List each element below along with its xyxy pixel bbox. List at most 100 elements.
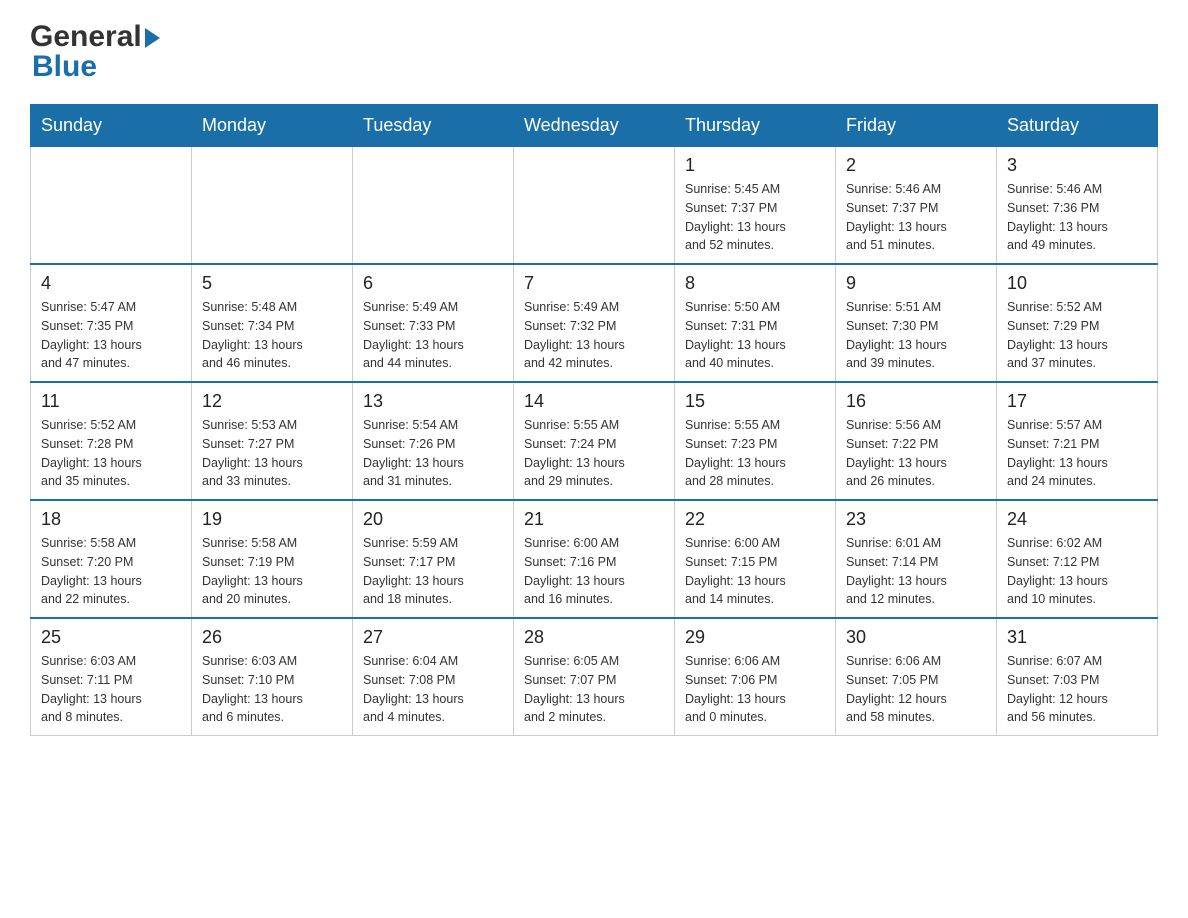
day-number: 27 bbox=[363, 627, 503, 648]
calendar-cell: 12 Sunrise: 5:53 AM Sunset: 7:27 PM Dayli… bbox=[192, 382, 353, 500]
day-header-friday: Friday bbox=[836, 105, 997, 147]
day-info: Sunrise: 5:51 AM Sunset: 7:30 PM Dayligh… bbox=[846, 298, 986, 373]
day-header-thursday: Thursday bbox=[675, 105, 836, 147]
calendar-cell: 10 Sunrise: 5:52 AM Sunset: 7:29 PM Dayli… bbox=[997, 264, 1158, 382]
day-info: Sunrise: 6:04 AM Sunset: 7:08 PM Dayligh… bbox=[363, 652, 503, 727]
calendar-cell: 7 Sunrise: 5:49 AM Sunset: 7:32 PM Daylig… bbox=[514, 264, 675, 382]
day-info: Sunrise: 5:54 AM Sunset: 7:26 PM Dayligh… bbox=[363, 416, 503, 491]
calendar-cell: 17 Sunrise: 5:57 AM Sunset: 7:21 PM Dayli… bbox=[997, 382, 1158, 500]
day-info: Sunrise: 5:49 AM Sunset: 7:33 PM Dayligh… bbox=[363, 298, 503, 373]
calendar-cell bbox=[514, 147, 675, 265]
calendar-cell: 15 Sunrise: 5:55 AM Sunset: 7:23 PM Dayli… bbox=[675, 382, 836, 500]
day-info: Sunrise: 6:06 AM Sunset: 7:06 PM Dayligh… bbox=[685, 652, 825, 727]
day-number: 26 bbox=[202, 627, 342, 648]
calendar-cell: 22Sunrise: 6:00 AM Sunset: 7:15 PM Dayli… bbox=[675, 500, 836, 618]
calendar-table: SundayMondayTuesdayWednesdayThursdayFrid… bbox=[30, 104, 1158, 736]
day-number: 31 bbox=[1007, 627, 1147, 648]
day-header-monday: Monday bbox=[192, 105, 353, 147]
calendar-cell: 2 Sunrise: 5:46 AM Sunset: 7:37 PM Daylig… bbox=[836, 147, 997, 265]
day-number: 10 bbox=[1007, 273, 1147, 294]
calendar-cell: 23 Sunrise: 6:01 AM Sunset: 7:14 PM Dayli… bbox=[836, 500, 997, 618]
day-info: Sunrise: 5:50 AM Sunset: 7:31 PM Dayligh… bbox=[685, 298, 825, 373]
day-number: 3 bbox=[1007, 155, 1147, 176]
day-number: 23 bbox=[846, 509, 986, 530]
day-number: 25 bbox=[41, 627, 181, 648]
day-number: 2 bbox=[846, 155, 986, 176]
day-number: 28 bbox=[524, 627, 664, 648]
day-info: Sunrise: 5:52 AM Sunset: 7:28 PM Dayligh… bbox=[41, 416, 181, 491]
calendar-cell: 14 Sunrise: 5:55 AM Sunset: 7:24 PM Dayli… bbox=[514, 382, 675, 500]
calendar-cell: 27 Sunrise: 6:04 AM Sunset: 7:08 PM Dayli… bbox=[353, 618, 514, 736]
day-info: Sunrise: 5:45 AM Sunset: 7:37 PM Dayligh… bbox=[685, 180, 825, 255]
calendar-cell bbox=[31, 147, 192, 265]
day-info: Sunrise: 5:58 AM Sunset: 7:19 PM Dayligh… bbox=[202, 534, 342, 609]
day-number: 9 bbox=[846, 273, 986, 294]
calendar-week-2: 4Sunrise: 5:47 AM Sunset: 7:35 PM Daylig… bbox=[31, 264, 1158, 382]
day-number: 1 bbox=[685, 155, 825, 176]
calendar-cell: 1 Sunrise: 5:45 AM Sunset: 7:37 PM Daylig… bbox=[675, 147, 836, 265]
day-number: 30 bbox=[846, 627, 986, 648]
calendar-cell: 28 Sunrise: 6:05 AM Sunset: 7:07 PM Dayli… bbox=[514, 618, 675, 736]
day-info: Sunrise: 5:55 AM Sunset: 7:23 PM Dayligh… bbox=[685, 416, 825, 491]
calendar-header-row: SundayMondayTuesdayWednesdayThursdayFrid… bbox=[31, 105, 1158, 147]
calendar-cell: 20 Sunrise: 5:59 AM Sunset: 7:17 PM Dayli… bbox=[353, 500, 514, 618]
logo-blue-text: Blue bbox=[32, 50, 97, 83]
day-info: Sunrise: 6:03 AM Sunset: 7:11 PM Dayligh… bbox=[41, 652, 181, 727]
day-header-tuesday: Tuesday bbox=[353, 105, 514, 147]
calendar-week-4: 18Sunrise: 5:58 AM Sunset: 7:20 PM Dayli… bbox=[31, 500, 1158, 618]
day-info: Sunrise: 5:48 AM Sunset: 7:34 PM Dayligh… bbox=[202, 298, 342, 373]
calendar-cell: 21Sunrise: 6:00 AM Sunset: 7:16 PM Dayli… bbox=[514, 500, 675, 618]
day-info: Sunrise: 5:52 AM Sunset: 7:29 PM Dayligh… bbox=[1007, 298, 1147, 373]
day-number: 20 bbox=[363, 509, 503, 530]
calendar-cell: 19 Sunrise: 5:58 AM Sunset: 7:19 PM Dayli… bbox=[192, 500, 353, 618]
day-info: Sunrise: 6:00 AM Sunset: 7:16 PM Dayligh… bbox=[524, 534, 664, 609]
day-number: 16 bbox=[846, 391, 986, 412]
day-info: Sunrise: 5:58 AM Sunset: 7:20 PM Dayligh… bbox=[41, 534, 181, 609]
day-number: 24 bbox=[1007, 509, 1147, 530]
day-info: Sunrise: 6:03 AM Sunset: 7:10 PM Dayligh… bbox=[202, 652, 342, 727]
day-number: 8 bbox=[685, 273, 825, 294]
day-info: Sunrise: 5:49 AM Sunset: 7:32 PM Dayligh… bbox=[524, 298, 664, 373]
calendar-cell: 3Sunrise: 5:46 AM Sunset: 7:36 PM Daylig… bbox=[997, 147, 1158, 265]
calendar-cell: 6 Sunrise: 5:49 AM Sunset: 7:33 PM Daylig… bbox=[353, 264, 514, 382]
day-number: 19 bbox=[202, 509, 342, 530]
calendar-cell: 26 Sunrise: 6:03 AM Sunset: 7:10 PM Dayli… bbox=[192, 618, 353, 736]
page-header: General Blue bbox=[30, 20, 1158, 84]
day-info: Sunrise: 6:01 AM Sunset: 7:14 PM Dayligh… bbox=[846, 534, 986, 609]
day-info: Sunrise: 6:07 AM Sunset: 7:03 PM Dayligh… bbox=[1007, 652, 1147, 727]
day-number: 7 bbox=[524, 273, 664, 294]
day-number: 12 bbox=[202, 391, 342, 412]
day-number: 11 bbox=[41, 391, 181, 412]
calendar-cell: 24Sunrise: 6:02 AM Sunset: 7:12 PM Dayli… bbox=[997, 500, 1158, 618]
day-number: 6 bbox=[363, 273, 503, 294]
day-info: Sunrise: 5:56 AM Sunset: 7:22 PM Dayligh… bbox=[846, 416, 986, 491]
day-number: 29 bbox=[685, 627, 825, 648]
day-info: Sunrise: 5:59 AM Sunset: 7:17 PM Dayligh… bbox=[363, 534, 503, 609]
calendar-cell: 25 Sunrise: 6:03 AM Sunset: 7:11 PM Dayli… bbox=[31, 618, 192, 736]
calendar-cell: 13 Sunrise: 5:54 AM Sunset: 7:26 PM Dayli… bbox=[353, 382, 514, 500]
calendar-cell: 30Sunrise: 6:06 AM Sunset: 7:05 PM Dayli… bbox=[836, 618, 997, 736]
calendar-week-1: 1 Sunrise: 5:45 AM Sunset: 7:37 PM Daylig… bbox=[31, 147, 1158, 265]
day-header-saturday: Saturday bbox=[997, 105, 1158, 147]
day-header-wednesday: Wednesday bbox=[514, 105, 675, 147]
calendar-cell: 18Sunrise: 5:58 AM Sunset: 7:20 PM Dayli… bbox=[31, 500, 192, 618]
day-info: Sunrise: 6:05 AM Sunset: 7:07 PM Dayligh… bbox=[524, 652, 664, 727]
day-number: 17 bbox=[1007, 391, 1147, 412]
logo-general-text: General bbox=[30, 20, 142, 54]
calendar-week-3: 11 Sunrise: 5:52 AM Sunset: 7:28 PM Dayli… bbox=[31, 382, 1158, 500]
day-info: Sunrise: 5:53 AM Sunset: 7:27 PM Dayligh… bbox=[202, 416, 342, 491]
logo-row1: General bbox=[30, 20, 160, 54]
calendar-cell: 9 Sunrise: 5:51 AM Sunset: 7:30 PM Daylig… bbox=[836, 264, 997, 382]
logo-row2: Blue bbox=[32, 50, 97, 84]
calendar-cell bbox=[192, 147, 353, 265]
calendar-cell: 4Sunrise: 5:47 AM Sunset: 7:35 PM Daylig… bbox=[31, 264, 192, 382]
day-number: 13 bbox=[363, 391, 503, 412]
day-number: 14 bbox=[524, 391, 664, 412]
day-info: Sunrise: 5:57 AM Sunset: 7:21 PM Dayligh… bbox=[1007, 416, 1147, 491]
day-number: 15 bbox=[685, 391, 825, 412]
day-header-sunday: Sunday bbox=[31, 105, 192, 147]
calendar-cell bbox=[353, 147, 514, 265]
day-info: Sunrise: 5:46 AM Sunset: 7:37 PM Dayligh… bbox=[846, 180, 986, 255]
day-info: Sunrise: 5:55 AM Sunset: 7:24 PM Dayligh… bbox=[524, 416, 664, 491]
calendar-cell: 16 Sunrise: 5:56 AM Sunset: 7:22 PM Dayli… bbox=[836, 382, 997, 500]
